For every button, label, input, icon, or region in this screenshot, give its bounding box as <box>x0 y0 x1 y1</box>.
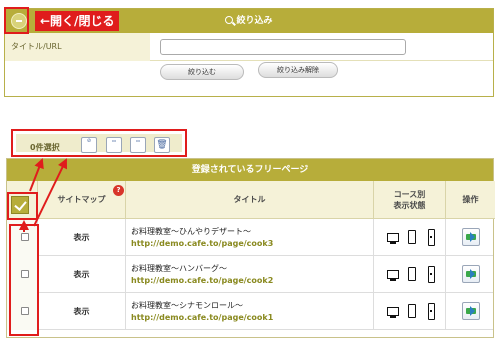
edit-button[interactable] <box>462 228 480 246</box>
smartphone-icon <box>408 267 416 281</box>
toggle-annotation-label: ←開く/閉じる <box>35 11 120 31</box>
table-row: 表示 お料理教室〜シナモンロール〜 http://demo.cafe.to/pa… <box>7 293 493 330</box>
page-url-link[interactable]: http://demo.cafe.to/page/cook3 <box>131 238 368 250</box>
title-cell: お料理教室〜ハンバーグ〜 http://demo.cafe.to/page/co… <box>126 256 374 293</box>
header-title: タイトル <box>126 181 374 219</box>
sitemap-status: 表示 <box>38 256 126 293</box>
smartphone-icon <box>408 304 416 318</box>
device-visibility <box>374 293 446 330</box>
sitemap-status: 表示 <box>38 293 126 330</box>
filter-title-text: 絞り込み <box>236 16 273 26</box>
header-course-visibility: コース別 表示状態 <box>374 181 446 219</box>
table-title: 登録されているフリーページ <box>7 159 493 181</box>
edit-button[interactable] <box>462 265 480 283</box>
title-cell: お料理教室〜ひんやりデザート〜 http://demo.cafe.to/page… <box>126 219 374 256</box>
mobile-phone-icon <box>428 303 435 320</box>
remove-sitemap-icon[interactable]: ⚏ <box>130 137 146 153</box>
search-icon <box>225 16 234 24</box>
help-badge[interactable]: ? <box>113 185 124 196</box>
selected-count: 0件選択 <box>30 143 60 152</box>
bulk-action-toolbar: 0件選択 ⊘ ⚏ ⚏ 🗑 <box>11 129 187 157</box>
table-row: 表示 お料理教室〜ハンバーグ〜 http://demo.cafe.to/page… <box>7 256 493 293</box>
free-page-table: 登録されているフリーページ サイトマップ ? タイトル コース別 表示状態 操作… <box>6 158 495 338</box>
page-name: お料理教室〜ハンバーグ〜 <box>131 264 227 273</box>
add-sitemap-icon[interactable]: ⚏ <box>106 137 122 153</box>
title-url-input[interactable] <box>160 39 406 55</box>
filter-row: タイトル/URL <box>5 33 493 61</box>
device-visibility <box>374 256 446 293</box>
operation-cell <box>446 256 495 293</box>
operation-cell <box>446 219 495 256</box>
filter-button[interactable]: 絞り込む <box>160 64 244 80</box>
title-cell: お料理教室〜シナモンロール〜 http://demo.cafe.to/page/… <box>126 293 374 330</box>
mobile-phone-icon <box>428 266 435 283</box>
clear-filter-button[interactable]: 絞り込み解除 <box>258 62 338 78</box>
toggle-highlight-box <box>4 7 29 34</box>
edit-button[interactable] <box>462 302 480 320</box>
page-url-link[interactable]: http://demo.cafe.to/page/cook2 <box>131 275 368 287</box>
page-name: お料理教室〜シナモンロール〜 <box>131 301 243 310</box>
pc-icon <box>387 307 399 318</box>
pc-icon <box>387 233 399 244</box>
sitemap-status: 表示 <box>38 219 126 256</box>
filter-label: タイトル/URL <box>5 33 150 61</box>
header-operation: 操作 <box>446 181 495 219</box>
operation-cell <box>446 293 495 330</box>
select-all-highlight-box <box>7 192 38 220</box>
trash-icon[interactable]: 🗑 <box>154 137 170 153</box>
page-name: お料理教室〜ひんやりデザート〜 <box>131 227 251 236</box>
smartphone-icon <box>408 230 416 244</box>
pc-icon <box>387 270 399 281</box>
table-row: 表示 お料理教室〜ひんやりデザート〜 http://demo.cafe.to/p… <box>7 219 493 256</box>
delete-sitemap-icon[interactable]: ⊘ <box>81 137 97 153</box>
device-visibility <box>374 219 446 256</box>
row-checkbox-highlight-box <box>9 224 39 336</box>
mobile-phone-icon <box>428 229 435 246</box>
page-url-link[interactable]: http://demo.cafe.to/page/cook1 <box>131 312 368 324</box>
